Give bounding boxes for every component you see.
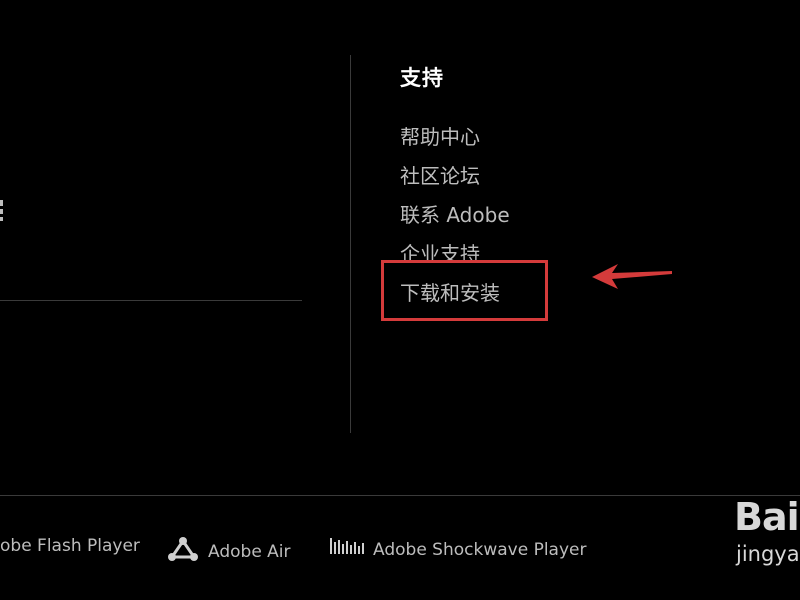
air-icon xyxy=(166,536,200,567)
support-heading: 支持 xyxy=(400,66,444,90)
footer-divider xyxy=(0,495,800,496)
player-air[interactable]: Adobe Air xyxy=(166,536,291,567)
player-flash-label: obe Flash Player xyxy=(0,536,140,556)
shockwave-icon xyxy=(329,536,365,563)
player-shockwave-label: Adobe Shockwave Player xyxy=(373,539,587,560)
left-section-divider xyxy=(0,300,302,301)
highlight-annotation-box xyxy=(381,260,548,321)
clipped-glyph-fragment xyxy=(0,200,3,221)
link-help-center[interactable]: 帮助中心 xyxy=(400,121,480,150)
baidu-jingyan-watermark: Bai jingya xyxy=(730,495,800,600)
link-contact-adobe[interactable]: 联系 Adobe xyxy=(400,199,510,228)
vertical-divider xyxy=(350,55,351,433)
player-air-label: Adobe Air xyxy=(208,541,291,562)
watermark-sub-text: jingya xyxy=(736,542,800,566)
watermark-logo-text: Bai xyxy=(734,495,800,539)
link-community-forum[interactable]: 社区论坛 xyxy=(400,160,480,189)
red-arrow-icon xyxy=(592,264,672,289)
player-flash[interactable]: obe Flash Player xyxy=(0,536,140,556)
player-shockwave[interactable]: Adobe Shockwave Player xyxy=(329,536,586,563)
